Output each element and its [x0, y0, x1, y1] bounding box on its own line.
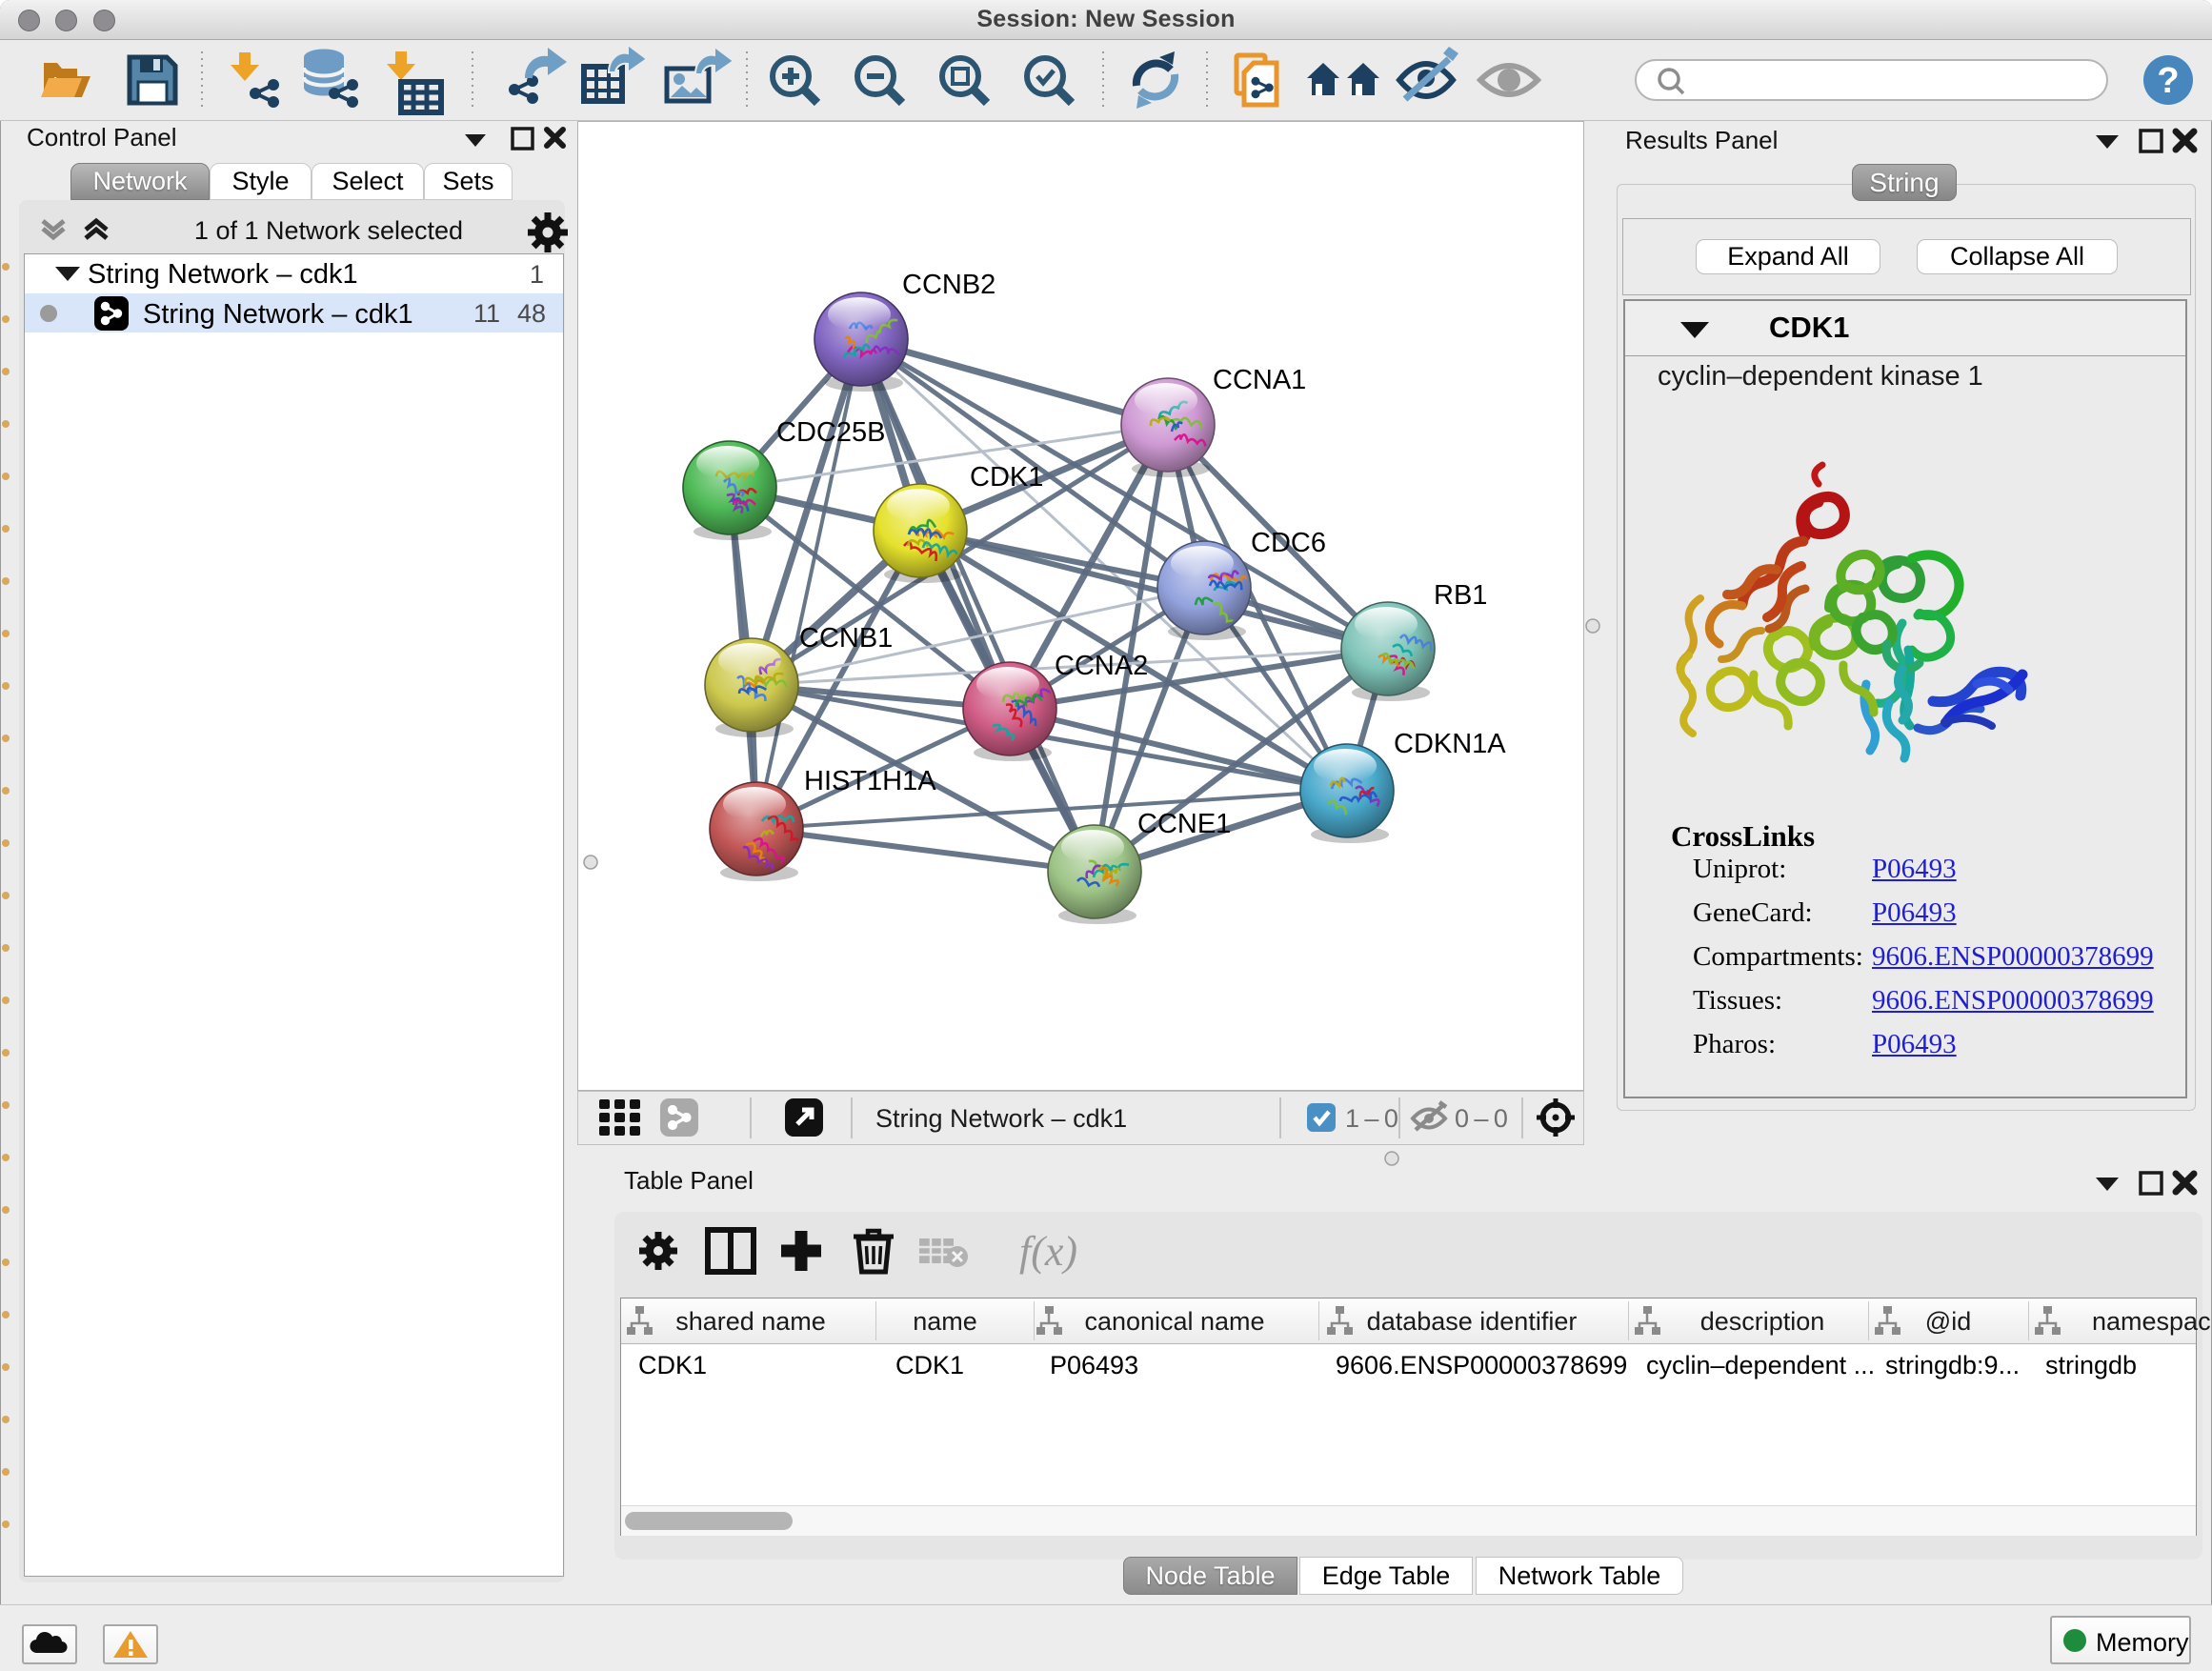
svg-text:?: ? — [2157, 61, 2179, 101]
svg-text:HIST1H1A: HIST1H1A — [804, 766, 936, 796]
svg-text:f(x): f(x) — [1019, 1228, 1077, 1275]
svg-text:0 – 0: 0 – 0 — [1455, 1104, 1508, 1133]
svg-text:String Network – cdk1: String Network – cdk1 — [875, 1104, 1127, 1133]
svg-text:RB1: RB1 — [1434, 580, 1487, 611]
svg-text:CCNA1: CCNA1 — [1213, 365, 1306, 395]
svg-text:CCNA2: CCNA2 — [1055, 651, 1148, 681]
svg-text:CDKN1A: CDKN1A — [1394, 729, 1506, 759]
svg-text:CCNE1: CCNE1 — [1137, 809, 1231, 839]
svg-text:CCNB2: CCNB2 — [902, 270, 995, 300]
svg-text:CDC25B: CDC25B — [776, 417, 885, 448]
svg-text:CDK1: CDK1 — [970, 462, 1043, 493]
svg-text:1 – 0: 1 – 0 — [1345, 1104, 1398, 1133]
svg-text:CDC6: CDC6 — [1251, 528, 1326, 558]
svg-text:CCNB1: CCNB1 — [799, 623, 893, 654]
